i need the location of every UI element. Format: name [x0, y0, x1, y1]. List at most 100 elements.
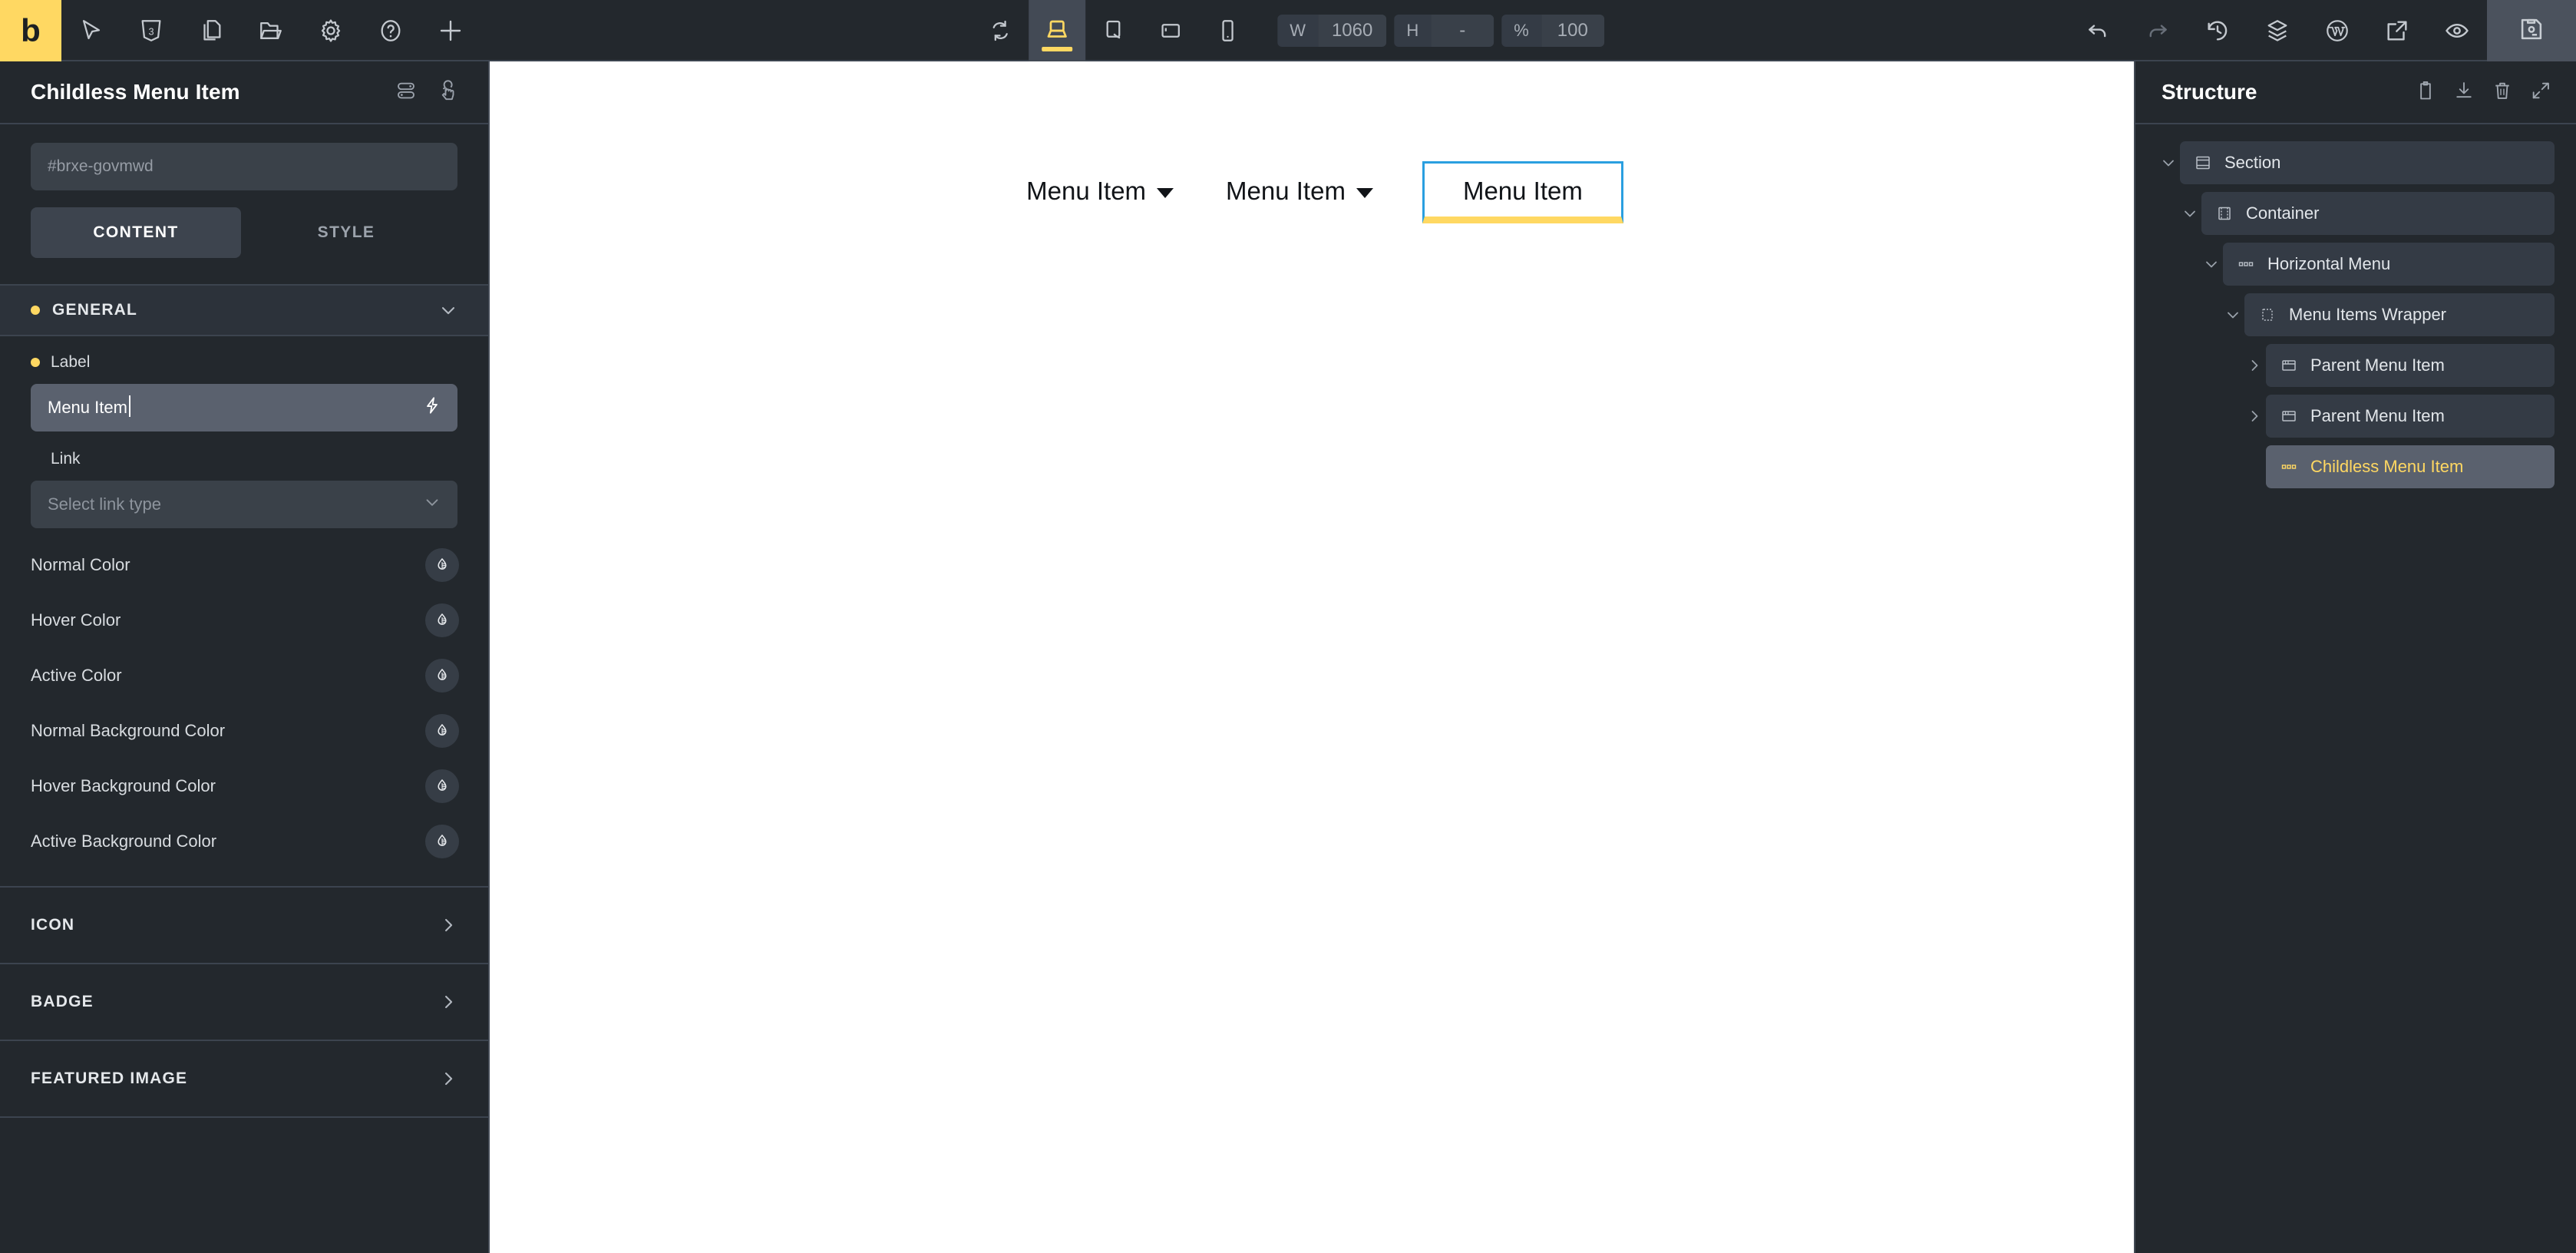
canvas-menu-item-3-selected[interactable]: Menu Item — [1422, 161, 1623, 223]
tab-content[interactable]: CONTENT — [31, 207, 241, 258]
width-value[interactable]: 1060 — [1317, 15, 1387, 47]
tab-style[interactable]: STYLE — [241, 207, 451, 258]
plus-icon[interactable] — [421, 0, 481, 61]
cursor-arrow-icon[interactable] — [61, 0, 121, 61]
element-settings-panel: Childless Menu Item #brxe-govmwd CONTENT… — [0, 61, 490, 1253]
trash-icon[interactable] — [2492, 80, 2513, 105]
tree-item-label: Menu Items Wrapper — [2289, 305, 2447, 324]
tree-row[interactable]: Container — [2178, 192, 2555, 235]
clipboard-paste-icon[interactable] — [2415, 80, 2436, 105]
dynamic-data-lightning-icon[interactable] — [422, 395, 442, 420]
width-field-group[interactable]: W 1060 — [1277, 15, 1387, 47]
caret-down-icon — [1157, 188, 1174, 198]
panel-header-icons — [395, 79, 459, 106]
toolbar-right-icons — [2068, 0, 2576, 61]
block-icon — [2258, 306, 2277, 324]
color-rows-bottom-spacer — [0, 869, 488, 886]
label-input[interactable]: Menu Item — [31, 384, 457, 431]
color-droplet-icon[interactable] — [425, 659, 459, 693]
pages-icon[interactable] — [181, 0, 241, 61]
color-droplet-icon[interactable] — [425, 714, 459, 748]
section-title-badge: BADGE — [31, 993, 94, 1010]
label-input-value: Menu Item — [48, 395, 130, 417]
undo-icon[interactable] — [2068, 0, 2128, 61]
tree-item-section[interactable]: Section — [2180, 141, 2555, 184]
color-droplet-icon[interactable] — [425, 603, 459, 637]
label-field-label: Label — [31, 353, 457, 372]
tree-row[interactable]: Section — [2157, 141, 2555, 184]
laptop-icon[interactable] — [1029, 0, 1086, 61]
tablet-portrait-icon[interactable] — [1142, 0, 1199, 61]
layers-icon[interactable] — [2247, 0, 2307, 61]
panel-toggle-icon[interactable] — [395, 79, 418, 106]
zoom-key: % — [1501, 15, 1541, 47]
external-link-icon[interactable] — [2367, 0, 2427, 61]
structure-tree: Section Container Horizontal Menu Menu I… — [2135, 124, 2576, 488]
tree-row[interactable]: Parent Menu Item — [2243, 344, 2555, 387]
folder-open-icon[interactable] — [241, 0, 301, 61]
zoom-field-group[interactable]: % 100 — [1501, 15, 1604, 47]
zoom-value[interactable]: 100 — [1541, 15, 1604, 47]
color-row-label: Active Background Color — [31, 831, 217, 851]
bricks-logo[interactable]: b — [0, 0, 61, 61]
tree-item-container[interactable]: Container — [2201, 192, 2555, 235]
section-title-icon: ICON — [31, 916, 75, 934]
gear-icon[interactable] — [301, 0, 361, 61]
tree-item-parent-menu-item-2[interactable]: Parent Menu Item — [2266, 395, 2555, 438]
color-row-label: Hover Color — [31, 610, 121, 630]
dropdown-icon — [2280, 407, 2298, 425]
panel-header: Childless Menu Item — [0, 61, 488, 124]
responsive-refresh-icon[interactable] — [972, 0, 1029, 61]
mobile-icon[interactable] — [1199, 0, 1256, 61]
canvas-menu-item-1[interactable]: Menu Item — [1000, 161, 1200, 221]
color-droplet-icon[interactable] — [425, 769, 459, 803]
structure-title: Structure — [2162, 80, 2257, 104]
height-value[interactable]: - — [1431, 15, 1494, 47]
chevron-down-icon[interactable] — [438, 299, 459, 321]
chevron-down-icon[interactable] — [2221, 306, 2244, 324]
chevron-down-icon[interactable] — [2200, 255, 2223, 273]
tree-item-parent-menu-item-1[interactable]: Parent Menu Item — [2266, 344, 2555, 387]
wordpress-icon[interactable] — [2307, 0, 2367, 61]
chevron-right-icon[interactable] — [2243, 356, 2266, 375]
chevron-right-icon[interactable] — [2243, 407, 2266, 425]
preview-eye-icon[interactable] — [2427, 0, 2487, 61]
tablet-landscape-icon[interactable] — [1085, 0, 1142, 61]
tree-row[interactable]: Horizontal Menu — [2200, 243, 2555, 286]
element-id-input[interactable]: #brxe-govmwd — [31, 143, 457, 190]
tree-item-menu-items-wrapper[interactable]: Menu Items Wrapper — [2244, 293, 2555, 336]
save-disk-icon — [2517, 15, 2546, 48]
color-droplet-icon[interactable] — [425, 825, 459, 858]
link-type-select[interactable]: Select link type — [31, 481, 457, 528]
help-circle-icon[interactable] — [361, 0, 421, 61]
chevron-down-icon[interactable] — [2178, 204, 2201, 223]
tree-row[interactable]: Childless Menu Item — [2243, 445, 2555, 488]
color-row-label: Normal Background Color — [31, 721, 226, 740]
chevron-down-icon[interactable] — [2157, 154, 2180, 172]
download-icon[interactable] — [2453, 80, 2475, 105]
save-button[interactable] — [2487, 0, 2576, 61]
content-style-tabs: CONTENT STYLE — [0, 190, 488, 258]
general-fields: Label Menu Item Link Select link type — [0, 336, 488, 528]
chevron-right-icon — [438, 1068, 459, 1089]
color-droplet-icon[interactable] — [425, 548, 459, 582]
tree-row[interactable]: Menu Items Wrapper — [2221, 293, 2555, 336]
revisions-history-icon[interactable] — [2188, 0, 2247, 61]
section-header-badge[interactable]: BADGE — [0, 963, 488, 1040]
color-row-label: Normal Color — [31, 555, 130, 574]
height-field-group[interactable]: H - — [1394, 15, 1494, 47]
tree-row[interactable]: Parent Menu Item — [2243, 395, 2555, 438]
breakpoint-and-dimensions: W 1060 H - % 100 — [972, 0, 1604, 61]
section-header-general[interactable]: GENERAL — [0, 284, 488, 336]
section-header-featured-image[interactable]: FEATURED IMAGE — [0, 1040, 488, 1116]
collapse-all-icon[interactable] — [2530, 80, 2551, 105]
canvas-menu-item-2[interactable]: Menu Item — [1200, 161, 1399, 221]
tree-item-childless-menu-item-selected[interactable]: Childless Menu Item — [2266, 445, 2555, 488]
canvas-viewport[interactable]: Menu Item Menu Item Menu Item — [490, 61, 2134, 1253]
tree-item-horizontal-menu[interactable]: Horizontal Menu — [2223, 243, 2555, 286]
css3-shield-icon[interactable]: 3 — [121, 0, 181, 61]
link-text: Link — [51, 450, 81, 468]
section-header-icon[interactable]: ICON — [0, 886, 488, 963]
pointer-click-icon[interactable] — [436, 79, 459, 106]
redo-icon[interactable] — [2128, 0, 2188, 61]
